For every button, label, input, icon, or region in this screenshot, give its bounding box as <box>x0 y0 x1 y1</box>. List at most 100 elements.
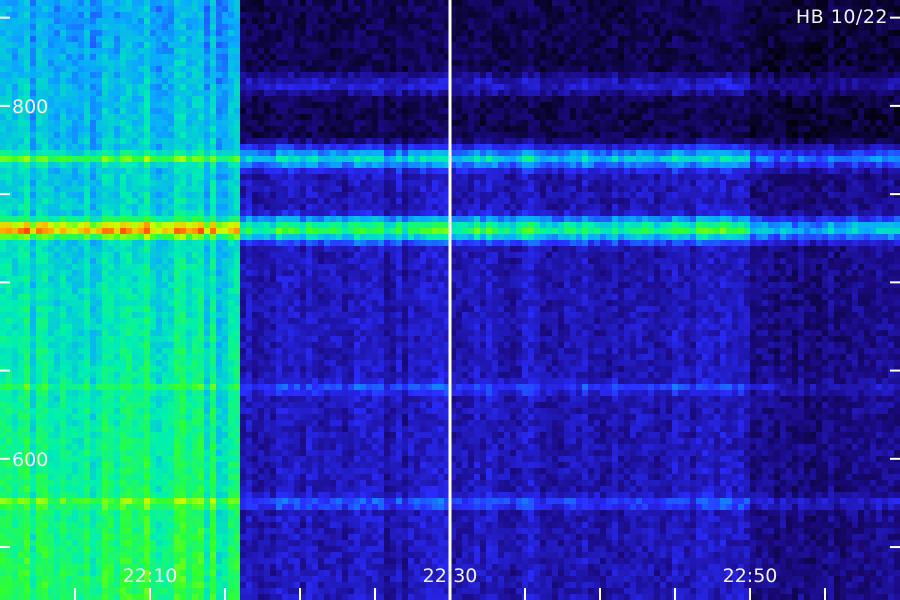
spectrogram-cell <box>0 312 7 319</box>
spectrogram-cell <box>288 114 295 121</box>
spectrogram-cell <box>108 120 115 127</box>
spectrogram-cell <box>60 222 67 229</box>
spectrogram-cell <box>126 198 133 205</box>
spectrogram-cell <box>186 108 193 115</box>
spectrogram-cell <box>180 432 187 439</box>
spectrogram-cell <box>114 192 121 199</box>
spectrogram-cell <box>102 18 109 25</box>
spectrogram-cell <box>24 144 31 151</box>
spectrogram-cell <box>42 540 49 547</box>
spectrogram-cell <box>114 162 121 169</box>
spectrogram-cell <box>180 360 187 367</box>
spectrogram-cell <box>186 276 193 283</box>
spectrogram-cell <box>222 372 229 379</box>
spectrogram-cell <box>186 114 193 121</box>
spectrogram-cell <box>258 450 265 457</box>
spectrogram-cell <box>222 312 229 319</box>
spectrogram-cell <box>54 534 61 541</box>
spectrogram-cell <box>24 348 31 355</box>
spectrogram-cell <box>36 186 43 193</box>
spectrogram-cell <box>186 378 193 385</box>
spectrogram-cell <box>252 324 259 331</box>
spectrogram-cell <box>252 6 259 13</box>
spectrogram-cell <box>0 492 7 499</box>
spectrogram-cell <box>282 168 289 175</box>
spectrogram-cell <box>180 450 187 457</box>
spectrogram-cell <box>60 234 67 241</box>
spectrogram-cell <box>156 426 163 433</box>
spectrogram-cell <box>246 318 253 325</box>
spectrogram-cell <box>114 576 121 583</box>
spectrogram-cell <box>90 96 97 103</box>
spectrogram-cell <box>78 258 85 265</box>
spectrogram-cell <box>0 318 7 325</box>
spectrogram-cell <box>48 450 55 457</box>
spectrogram-cell <box>288 522 295 529</box>
spectrogram-cell <box>234 246 241 253</box>
spectrogram-cell <box>90 414 97 421</box>
spectrogram-cell <box>120 378 127 385</box>
spectrogram-cell <box>60 390 67 397</box>
spectrogram-cell <box>114 258 121 265</box>
spectrogram-cell <box>288 78 295 85</box>
spectrogram-cell <box>78 180 85 187</box>
spectrogram-cell <box>240 252 247 259</box>
spectrogram-cell <box>54 258 61 265</box>
spectrogram-cell <box>144 84 151 91</box>
spectrogram-cell <box>84 540 91 547</box>
spectrogram-cell <box>186 126 193 133</box>
spectrogram-cell <box>36 372 43 379</box>
spectrogram-cell <box>168 264 175 271</box>
spectrogram-cell <box>258 570 265 577</box>
spectrogram-cell <box>120 546 127 553</box>
spectrogram-cell <box>276 102 283 109</box>
spectrogram-cell <box>132 294 139 301</box>
spectrogram-cell <box>36 282 43 289</box>
spectrogram-cell <box>186 270 193 277</box>
spectrogram-cell <box>174 150 181 157</box>
spectrogram-cell <box>144 48 151 55</box>
spectrogram-cell <box>90 474 97 481</box>
spectrogram-cell <box>252 558 259 565</box>
spectrogram-cell <box>12 126 19 133</box>
spectrogram-cell <box>168 330 175 337</box>
spectrogram-cell <box>174 402 181 409</box>
spectrogram-cell <box>270 78 277 85</box>
spectrogram-cell <box>288 450 295 457</box>
spectrogram-cell <box>12 330 19 337</box>
spectrogram-cell <box>180 90 187 97</box>
spectrogram-cell <box>18 354 25 361</box>
spectrogram-cell <box>72 66 79 73</box>
spectrogram-cell <box>246 30 253 37</box>
spectrogram-cell <box>168 162 175 169</box>
spectrogram-cell <box>282 432 289 439</box>
spectrogram-cell <box>156 198 163 205</box>
spectrogram-cell <box>60 306 67 313</box>
spectrogram-cell <box>150 18 157 25</box>
spectrogram-cell <box>66 564 73 571</box>
spectrogram-cell <box>204 108 211 115</box>
spectrogram-cell <box>72 402 79 409</box>
spectrogram-cell <box>192 582 199 589</box>
spectrogram-cell <box>282 420 289 427</box>
spectrogram-cell <box>108 540 115 547</box>
spectrogram-cell <box>216 222 223 229</box>
spectrogram-cell <box>60 162 67 169</box>
spectrogram-cell <box>210 468 217 475</box>
spectrogram-cell <box>6 186 13 193</box>
spectrogram-cell <box>6 60 13 67</box>
spectrogram-cell <box>282 570 289 577</box>
spectrogram-cell <box>102 252 109 259</box>
spectrogram-cell <box>102 336 109 343</box>
spectrogram-cell <box>96 504 103 511</box>
spectrogram-cell <box>126 0 133 7</box>
spectrogram-cell <box>168 84 175 91</box>
spectrogram-cell <box>192 108 199 115</box>
spectrogram-cell <box>198 420 205 427</box>
spectrogram-cell <box>288 246 295 253</box>
spectrogram-cell <box>30 48 37 55</box>
spectrogram-cell <box>102 396 109 403</box>
spectrogram-cell <box>210 570 217 577</box>
spectrogram-cell <box>108 582 115 589</box>
spectrogram-cell <box>294 444 301 451</box>
